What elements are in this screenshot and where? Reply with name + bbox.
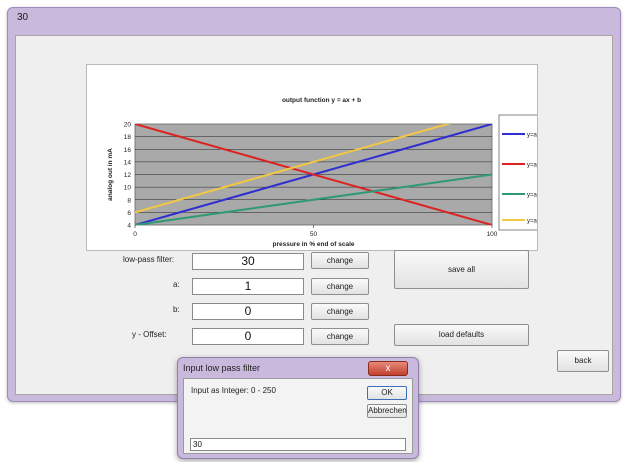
low-pass-filter-label: low-pass filter: xyxy=(123,255,175,264)
change-a-button[interactable]: change xyxy=(311,278,369,295)
input-dialog: Input low pass filter x Input as Integer… xyxy=(177,357,419,459)
x-tick-label: 100 xyxy=(487,231,498,238)
back-button[interactable]: back xyxy=(557,350,609,372)
y-tick-label: 8 xyxy=(127,197,131,204)
y-tick-label: 12 xyxy=(124,172,132,179)
a-label: a: xyxy=(173,280,180,289)
save-all-button[interactable]: save all xyxy=(394,250,529,289)
x-tick-label: 0 xyxy=(133,231,137,238)
legend-label-4: y=ax+b a=1 b=2 xyxy=(527,218,537,224)
y-tick-label: 18 xyxy=(124,134,132,141)
b-label: b: xyxy=(173,305,180,314)
change-low-pass-filter-button[interactable]: change xyxy=(311,252,369,269)
window-title: 30 xyxy=(17,12,29,23)
change-b-button[interactable]: change xyxy=(311,303,369,320)
y-tick-label: 6 xyxy=(127,210,131,217)
a-field[interactable]: 1 xyxy=(192,278,304,295)
x-axis-title: pressure in % end of scale xyxy=(272,241,354,248)
b-field[interactable]: 0 xyxy=(192,303,304,320)
ok-button[interactable]: OK xyxy=(367,386,407,400)
chart-title: output function y = ax + b xyxy=(282,97,361,104)
y-tick-label: 4 xyxy=(127,223,131,230)
y-axis-title: analog out in mA xyxy=(107,148,114,201)
low-pass-filter-field[interactable]: 30 xyxy=(192,253,304,270)
load-defaults-button[interactable]: load defaults xyxy=(394,324,529,346)
dialog-prompt: Input as Integer: 0 - 250 xyxy=(191,386,276,395)
dialog-title: Input low pass filter xyxy=(183,363,261,373)
window-client-area: 4 6 8 10 12 14 16 18 20 0 50 100 output function y =… xyxy=(15,35,613,395)
legend-label-2: y=ax+b a=-1 b=0 xyxy=(527,162,537,168)
main-window: 30 4 6 8 10 12 14 16 18 20 0 50 100 output function … xyxy=(7,7,621,402)
legend-label-3: y=ax+b a=0,5 b=0 xyxy=(527,192,537,198)
dialog-input-field[interactable]: 30 xyxy=(190,438,406,451)
change-y-offset-button[interactable]: change xyxy=(311,328,369,345)
y-tick-label: 14 xyxy=(124,159,132,166)
y-tick-label: 16 xyxy=(124,147,132,154)
chart-panel: 4 6 8 10 12 14 16 18 20 0 50 100 output function y =… xyxy=(86,64,538,251)
y-tick-label: 20 xyxy=(124,122,132,129)
dialog-client-area: Input as Integer: 0 - 250 OK Abbrechen 3… xyxy=(183,378,413,454)
legend-label-1: y=ax+b a=1 b=0 xyxy=(527,132,537,138)
output-function-chart: 4 6 8 10 12 14 16 18 20 0 50 100 output function y =… xyxy=(107,97,537,248)
y-offset-field[interactable]: 0 xyxy=(192,328,304,345)
close-icon[interactable]: x xyxy=(368,361,408,376)
y-offset-label: y - Offset: xyxy=(132,330,167,339)
cancel-button[interactable]: Abbrechen xyxy=(367,404,407,418)
y-tick-label: 10 xyxy=(124,185,132,192)
x-tick-label: 50 xyxy=(310,231,318,238)
